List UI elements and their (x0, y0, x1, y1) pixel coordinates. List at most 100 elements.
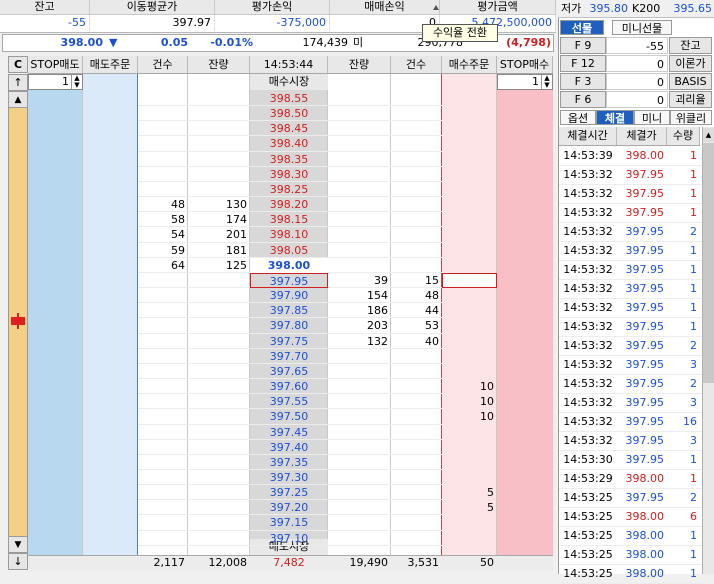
index-value: 395.65 (673, 2, 713, 15)
price-cell[interactable]: 398.45 (250, 121, 328, 136)
sell-order-column[interactable] (83, 74, 138, 570)
sell-count-cell: 64 (171, 258, 185, 272)
trade-price: 397.95 (625, 244, 665, 257)
sort-triangle-icon[interactable] (433, 5, 439, 10)
trade-qty: 1 (690, 548, 697, 561)
buy-order-cell[interactable]: 10 (442, 394, 497, 409)
price-cell[interactable]: 397.75 (250, 334, 328, 349)
price-cell[interactable]: 398.20 (250, 197, 328, 212)
scroll-down-button[interactable]: ↓ (8, 553, 28, 570)
tab-1[interactable]: 체결 (596, 110, 634, 125)
trade-qty: 1 (690, 206, 697, 219)
price-cell[interactable]: 397.65 (250, 364, 328, 379)
sell-qty-cell: 201 (226, 228, 247, 242)
total-diff: 7,482 (273, 556, 305, 569)
spinner-arrows-icon[interactable]: ▲ ▼ (541, 75, 552, 89)
trade-price: 397.95 (625, 187, 665, 200)
price-cell[interactable]: 397.40 (250, 440, 328, 455)
fkey-1-label-button[interactable]: 이론가 (669, 55, 712, 72)
scroll-up-button[interactable]: ↑ (8, 74, 28, 91)
trade-qty: 3 (690, 358, 697, 371)
sell-qty-cell: 181 (226, 243, 247, 257)
corner-c-button[interactable]: C (8, 56, 28, 73)
price-cell[interactable]: 397.45 (250, 425, 328, 440)
stop-buy-column[interactable] (497, 74, 553, 570)
trade-qty: 1 (690, 453, 697, 466)
price-cell[interactable]: 398.25 (250, 182, 328, 197)
trade-price: 397.95 (625, 415, 665, 428)
price-cell[interactable]: 397.80 (250, 318, 328, 333)
price-cell[interactable]: 398.00 (250, 257, 328, 273)
trade-time: 14:53:32 (563, 263, 613, 276)
tab-futures[interactable]: 선물 (560, 20, 604, 35)
stop-buy-qty-spinner[interactable]: 1 ▲ ▼ (497, 74, 553, 90)
tab-2[interactable]: 미니 (634, 110, 670, 125)
trade-time: 14:53:32 (563, 206, 613, 219)
trade-qty: 2 (690, 491, 697, 504)
trade-time: 14:53:30 (563, 453, 613, 466)
sell-count-cell: 59 (171, 243, 185, 257)
price-cell[interactable]: 397.20 (250, 500, 328, 515)
total-buy-qty: 19,490 (349, 556, 389, 569)
trade-time: 14:53:32 (563, 168, 613, 181)
buy-qty-header: 잔량 (328, 56, 391, 73)
tab-3[interactable]: 위클리 (670, 110, 712, 125)
balance-header: 잔고 (0, 0, 90, 14)
fkey-2-label-button[interactable]: BASIS (669, 73, 712, 90)
stop-buy-header[interactable]: STOP매수 (497, 56, 553, 73)
price-cell[interactable]: 397.10 (250, 531, 328, 546)
price-cell[interactable]: 397.70 (250, 349, 328, 364)
price-cell[interactable]: 397.30 (250, 470, 328, 485)
buy-order-header[interactable]: 매수주문 (442, 56, 497, 73)
scroll-up-arrow-icon[interactable]: ▲ (703, 128, 714, 142)
price-cell[interactable]: 398.30 (250, 167, 328, 182)
price-cell[interactable]: 397.55 (250, 394, 328, 409)
buy-order-cell[interactable]: 10 (442, 379, 497, 394)
spinner-arrows-icon[interactable]: ▲ ▼ (71, 75, 82, 89)
price-cell[interactable]: 397.25 (250, 485, 328, 500)
fkey-2-button[interactable]: F 3 (560, 73, 606, 90)
price-cell[interactable]: 397.95 (250, 272, 328, 289)
stop-sell-column[interactable] (28, 74, 83, 570)
return-toggle-tooltip[interactable]: 수익율 전환 (422, 24, 498, 42)
price-cell[interactable]: 398.35 (250, 152, 328, 167)
low-value: 395.80 (589, 2, 629, 15)
sell-qty-header: 잔량 (188, 56, 250, 73)
fkey-1-button[interactable]: F 12 (560, 55, 606, 72)
stop-sell-header[interactable]: STOP매도 (28, 56, 83, 73)
market-buy-button[interactable]: 매수시장 (250, 74, 328, 90)
tab-mini-futures[interactable]: 미니선물 (612, 20, 672, 35)
sell-count-column (138, 74, 188, 570)
stop-sell-qty-spinner[interactable]: 1 ▲ ▼ (28, 74, 83, 90)
selected-buy-order-cell[interactable] (442, 272, 497, 289)
fkey-0-button[interactable]: F 9 (560, 37, 606, 54)
trade-time: 14:53:32 (563, 434, 613, 447)
scroll-down-arrow-icon[interactable]: ▼ (8, 536, 28, 553)
fkey-3-label-button[interactable]: 괴리율 (669, 91, 712, 108)
price-cell[interactable]: 398.55 (250, 91, 328, 106)
sell-order-header[interactable]: 매도주문 (83, 56, 138, 73)
buy-qty-cell: 186 (367, 304, 388, 318)
price-cell[interactable]: 397.90 (250, 288, 328, 303)
change-rate: -0.01% (210, 36, 253, 49)
price-cell[interactable]: 398.05 (250, 243, 328, 258)
scroll-thumb[interactable] (703, 143, 714, 383)
scroll-up-arrow-icon[interactable]: ▲ (8, 91, 28, 108)
trade-price: 397.95 (625, 320, 665, 333)
price-cell[interactable]: 398.40 (250, 136, 328, 151)
buy-order-cell[interactable]: 10 (442, 409, 497, 424)
price-cell[interactable]: 397.60 (250, 379, 328, 394)
buy-order-cell[interactable]: 5 (442, 500, 497, 515)
price-cell[interactable]: 397.50 (250, 409, 328, 424)
price-cell[interactable]: 397.35 (250, 455, 328, 470)
tab-0[interactable]: 옵션 (560, 110, 596, 125)
price-cell[interactable]: 398.10 (250, 227, 328, 242)
fkey-3-value: 0 (606, 91, 668, 108)
price-cell[interactable]: 398.50 (250, 106, 328, 121)
fkey-3-button[interactable]: F 6 (560, 91, 606, 108)
fkey-0-label-button[interactable]: 잔고 (669, 37, 712, 54)
buy-order-cell[interactable]: 5 (442, 485, 497, 500)
price-cell[interactable]: 397.85 (250, 303, 328, 318)
price-cell[interactable]: 398.15 (250, 212, 328, 227)
price-cell[interactable]: 397.15 (250, 515, 328, 530)
